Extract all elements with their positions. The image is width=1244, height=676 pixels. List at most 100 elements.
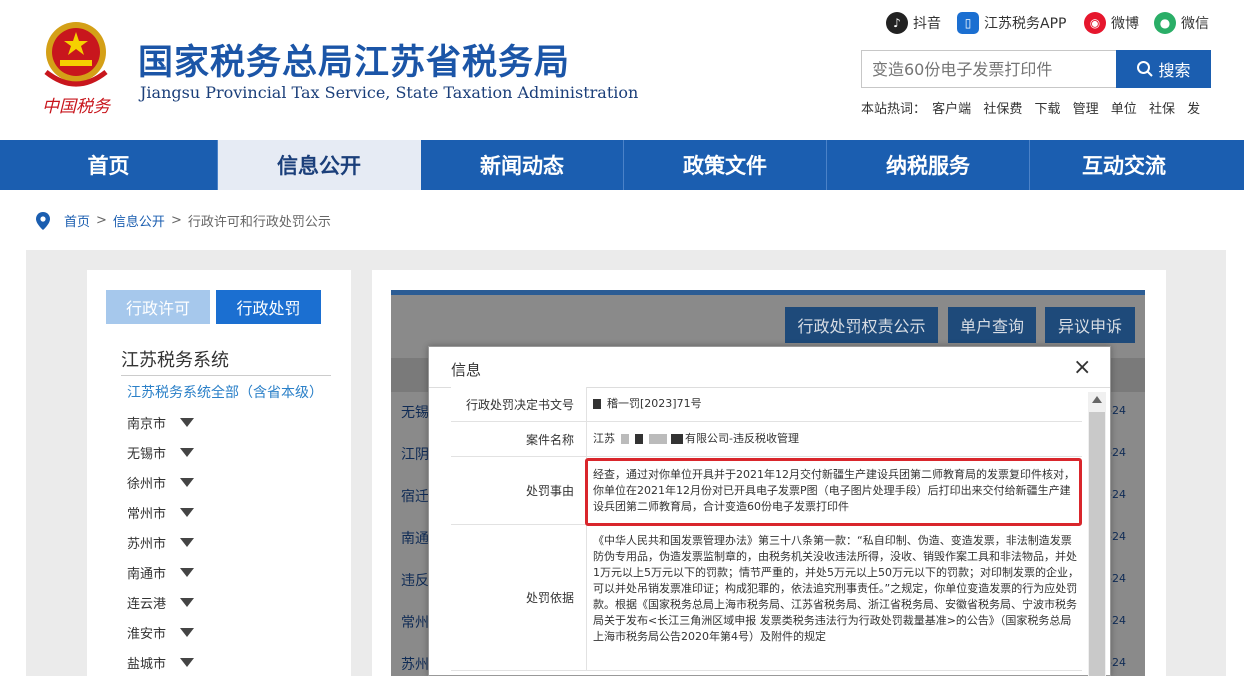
sidebar-item-all[interactable]: 江苏税务系统全部（含省本级） xyxy=(127,382,323,402)
dialog-scrollbar[interactable] xyxy=(1088,392,1106,676)
main-nav: 首页 信息公开 新闻动态 政策文件 纳税服务 互动交流 xyxy=(0,140,1244,190)
scroll-up-icon[interactable] xyxy=(1092,396,1102,403)
city-label: 苏州市 xyxy=(127,537,167,552)
caret-down-icon[interactable] xyxy=(180,568,195,577)
search-input[interactable] xyxy=(861,50,1116,88)
field-label: 处罚依据 xyxy=(451,525,587,670)
hot-word[interactable]: 社保 xyxy=(1149,102,1175,117)
breadcrumb-home[interactable]: 首页 xyxy=(64,211,90,230)
douyin-link[interactable]: ♪ 抖音 xyxy=(886,12,941,34)
table-row: 行政处罚决定书文号 稽一罚[2023]71号 xyxy=(451,387,1082,422)
caret-down-icon[interactable] xyxy=(180,658,195,667)
breadcrumb-section[interactable]: 信息公开 xyxy=(113,211,165,230)
sidebar-city-item[interactable]: 常州市 xyxy=(127,503,195,522)
weibo-label: 微博 xyxy=(1111,16,1139,32)
field-value-doc-number: 稽一罚[2023]71号 xyxy=(593,387,1082,421)
sidebar-city-item[interactable]: 南京市 xyxy=(127,413,195,432)
case-name-prefix: 江苏 xyxy=(593,432,615,445)
caret-down-icon[interactable] xyxy=(180,448,195,457)
field-label: 行政处罚决定书文号 xyxy=(451,387,587,421)
nav-home[interactable]: 首页 xyxy=(0,140,218,190)
sidebar-city-item[interactable]: 淮安市 xyxy=(127,623,195,642)
hot-word[interactable]: 客户端 xyxy=(932,102,971,117)
sidebar-title: 江苏税务系统 xyxy=(121,350,229,371)
nav-news[interactable]: 新闻动态 xyxy=(421,140,624,190)
highlight-box xyxy=(585,458,1082,526)
nav-interaction[interactable]: 互动交流 xyxy=(1030,140,1218,190)
weibo-link[interactable]: ◉ 微博 xyxy=(1084,12,1139,34)
sidebar-divider xyxy=(121,375,331,376)
search-button-label: 搜索 xyxy=(1158,63,1191,80)
scrollbar-thumb[interactable] xyxy=(1089,412,1105,676)
field-label: 处罚事由 xyxy=(451,457,587,524)
breadcrumb: 首页 > 信息公开 > 行政许可和行政处罚公示 xyxy=(36,211,331,230)
nav-policy[interactable]: 政策文件 xyxy=(624,140,827,190)
app-icon: ▯ xyxy=(957,12,979,34)
city-label: 南通市 xyxy=(127,567,167,582)
hot-words-label: 本站热词： xyxy=(861,102,927,117)
wechat-icon: ● xyxy=(1154,12,1176,34)
redaction-mark xyxy=(649,434,667,444)
field-value-penalty-basis: 《中华人民共和国发票管理办法》第三十八条第一款：“私自印制、伪造、变造发票，非法… xyxy=(593,534,1079,643)
wechat-link[interactable]: ● 微信 xyxy=(1154,12,1209,34)
city-label: 盐城市 xyxy=(127,657,167,672)
caret-down-icon[interactable] xyxy=(180,538,195,547)
caret-down-icon[interactable] xyxy=(180,508,195,517)
close-icon[interactable]: × xyxy=(1073,355,1091,380)
breadcrumb-sep: > xyxy=(96,213,107,228)
list-item[interactable]: 无锡 xyxy=(401,402,429,422)
list-item[interactable]: 江阴 xyxy=(401,444,429,464)
hot-word[interactable]: 管理 xyxy=(1073,102,1099,117)
redaction-mark xyxy=(635,434,643,444)
redaction-mark xyxy=(671,434,683,444)
sidebar-city-item[interactable]: 盐城市 xyxy=(127,653,195,672)
case-name-suffix: 有限公司-违反税收管理 xyxy=(685,432,799,445)
search-icon xyxy=(1137,61,1154,77)
caret-down-icon[interactable] xyxy=(180,478,195,487)
hot-word[interactable]: 下载 xyxy=(1034,102,1060,117)
weibo-icon: ◉ xyxy=(1084,12,1106,34)
table-row: 处罚依据 《中华人民共和国发票管理办法》第三十八条第一款：“私自印制、伪造、变造… xyxy=(451,525,1082,671)
douyin-icon: ♪ xyxy=(886,12,908,34)
redaction-mark xyxy=(621,434,629,444)
caret-down-icon[interactable] xyxy=(180,628,195,637)
list-item[interactable]: 违反 xyxy=(401,570,429,590)
nav-tax-service[interactable]: 纳税服务 xyxy=(827,140,1030,190)
app-label: 江苏税务APP xyxy=(984,16,1067,32)
list-item[interactable]: 苏州 xyxy=(401,654,429,674)
redaction-mark xyxy=(593,399,601,409)
tab-admin-permit[interactable]: 行政许可 xyxy=(106,290,210,324)
search-button[interactable]: 搜索 xyxy=(1116,50,1211,88)
field-value-case-name: 江苏 有限公司-违反税收管理 xyxy=(593,422,1082,456)
jiangsu-tax-app-link[interactable]: ▯ 江苏税务APP xyxy=(957,12,1066,34)
breadcrumb-current: 行政许可和行政处罚公示 xyxy=(187,215,331,230)
city-label: 连云港 xyxy=(127,597,167,612)
site-subtitle: Jiangsu Provincial Tax Service, State Ta… xyxy=(140,83,639,102)
caret-down-icon[interactable] xyxy=(180,598,195,607)
city-label: 无锡市 xyxy=(127,447,167,462)
list-item[interactable]: 南通 xyxy=(401,528,429,548)
single-query-button[interactable]: 单户查询 xyxy=(948,307,1036,343)
list-item[interactable]: 常州 xyxy=(401,612,429,632)
sidebar-city-item[interactable]: 苏州市 xyxy=(127,533,195,552)
penalty-responsibility-button[interactable]: 行政处罚权责公示 xyxy=(785,307,938,343)
hot-word[interactable]: 社保费 xyxy=(983,102,1022,117)
nav-info-disclosure[interactable]: 信息公开 xyxy=(218,140,421,190)
sidebar-city-item[interactable]: 连云港 xyxy=(127,593,195,612)
sidebar-city-item[interactable]: 徐州市 xyxy=(127,473,195,492)
wechat-label: 微信 xyxy=(1181,16,1209,32)
hot-word[interactable]: 发 xyxy=(1187,102,1200,117)
sidebar-city-item[interactable]: 无锡市 xyxy=(127,443,195,462)
list-item[interactable]: 宿迁 xyxy=(401,486,429,506)
hot-word[interactable]: 单位 xyxy=(1111,102,1137,117)
objection-appeal-button[interactable]: 异议申诉 xyxy=(1045,307,1135,343)
national-emblem-logo[interactable]: 中国税务 xyxy=(36,16,116,120)
douyin-label: 抖音 xyxy=(913,16,941,32)
tab-admin-penalty[interactable]: 行政处罚 xyxy=(216,290,321,324)
dialog-title: 信息 xyxy=(451,361,482,379)
caret-down-icon[interactable] xyxy=(180,418,195,427)
breadcrumb-sep: > xyxy=(170,213,182,228)
city-label: 徐州市 xyxy=(127,477,167,492)
sidebar-city-item[interactable]: 南通市 xyxy=(127,563,195,582)
city-label: 淮安市 xyxy=(127,627,167,642)
